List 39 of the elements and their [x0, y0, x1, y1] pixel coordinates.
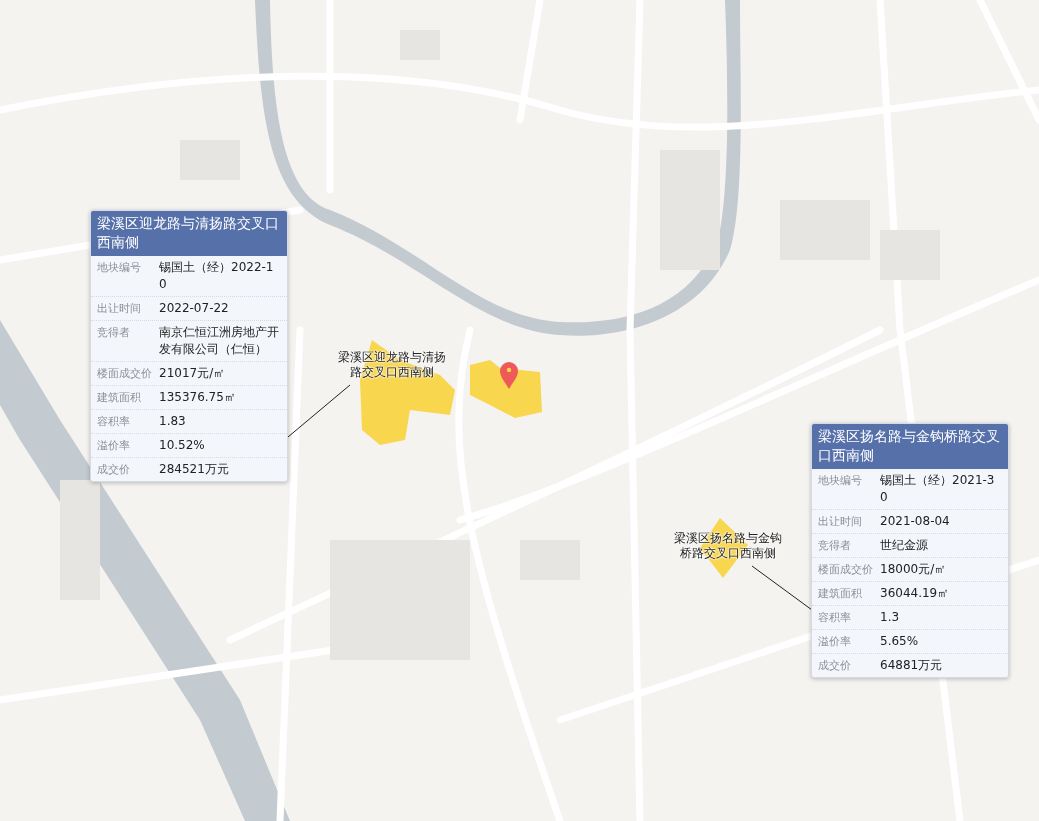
- field-value: 64881万元: [880, 657, 943, 674]
- field-value: 10.52%: [159, 437, 205, 454]
- field-value: 世纪金源: [880, 537, 928, 554]
- map-pin-icon[interactable]: [500, 362, 518, 389]
- building-block: [880, 230, 940, 280]
- leader-line: [287, 384, 351, 438]
- field-label: 竞得者: [818, 538, 852, 554]
- card-title: 梁溪区扬名路与金钩桥路交叉口西南侧: [812, 424, 1008, 469]
- field-value: 南京仁恒江洲房地产开发有限公司（仁恒）: [159, 324, 280, 358]
- field-label: 容积率: [97, 414, 131, 430]
- field-label: 建筑面积: [97, 390, 142, 406]
- field-value: 锡国土（经）2021-30: [880, 472, 996, 506]
- field-label: 溢价率: [97, 438, 131, 454]
- field-value: 1.3: [880, 609, 900, 626]
- field-label: 出让时间: [97, 301, 142, 317]
- field-label: 建筑面积: [818, 586, 863, 602]
- field-label: 容积率: [818, 610, 852, 626]
- field-label: 楼面成交价: [818, 562, 874, 578]
- field-value: 36044.19㎡: [880, 585, 950, 602]
- field-value: 2021-08-04: [880, 513, 950, 530]
- field-value: 18000元/㎡: [880, 561, 947, 578]
- field-value: 284521万元: [159, 461, 229, 478]
- field-label: 溢价率: [818, 634, 852, 650]
- field-label: 成交价: [97, 462, 131, 478]
- field-label: 竞得者: [97, 325, 131, 341]
- field-label: 成交价: [818, 658, 852, 674]
- field-value: 5.65%: [880, 633, 919, 650]
- field-value: 21017元/㎡: [159, 365, 226, 382]
- field-label: 楼面成交价: [97, 366, 153, 382]
- land-parcel: [470, 360, 542, 418]
- field-value: 1.83: [159, 413, 186, 430]
- field-value: 锡国土（经）2022-10: [159, 259, 275, 293]
- field-value: 2022-07-22: [159, 300, 229, 317]
- field-label: 出让时间: [818, 514, 863, 530]
- card-title: 梁溪区迎龙路与清扬路交叉口西南侧: [91, 211, 287, 256]
- field-value: 135376.75㎡: [159, 389, 236, 406]
- field-label: 地块编号: [818, 473, 863, 489]
- leader-line: [751, 565, 813, 611]
- field-label: 地块编号: [97, 260, 142, 276]
